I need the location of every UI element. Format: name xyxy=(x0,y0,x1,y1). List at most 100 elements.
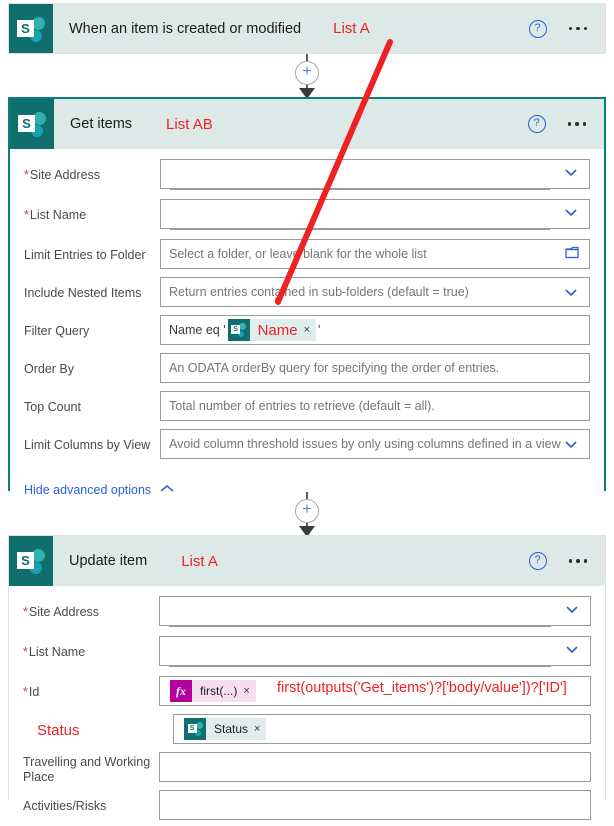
field-control-limit-entries-to-folder[interactable]: Select a folder, or leave blank for the … xyxy=(160,239,590,269)
field-label-top-count: Top Count xyxy=(24,400,81,414)
limit-entries-to-folder-input[interactable]: Select a folder, or leave blank for the … xyxy=(160,239,590,269)
field-row-update-list-name: *List Name xyxy=(23,636,591,674)
field-control-travelling-and-working-place[interactable] xyxy=(159,752,591,782)
trigger-header-actions: ? xyxy=(528,19,606,38)
ellipsis-icon[interactable] xyxy=(567,122,586,126)
filter-query-prefix: Name eq ' xyxy=(169,323,226,337)
close-icon[interactable]: × xyxy=(304,324,316,336)
update-item-card-header[interactable]: S Update item List A ? xyxy=(9,536,605,586)
field-control-update-site-address[interactable] xyxy=(159,596,591,634)
placeholder-text: Return entries contained in sub-folders … xyxy=(169,285,469,299)
field-label-limit-entries-to-folder: Limit Entries to Folder xyxy=(24,248,146,262)
help-icon[interactable]: ? xyxy=(528,552,547,570)
flow-card-get-items[interactable]: S Get items List AB ? *Site Address *Lis… xyxy=(8,97,606,511)
activities-risks-input[interactable] xyxy=(159,790,591,820)
token-label: Status xyxy=(214,722,249,736)
update-item-title: Update item xyxy=(69,553,148,569)
filter-query-suffix: ' xyxy=(318,323,321,337)
chevron-down-icon[interactable] xyxy=(564,285,578,299)
filter-query-input[interactable]: Name eq ' S Name × ' xyxy=(160,315,590,345)
field-control-site-address[interactable] xyxy=(160,159,590,197)
field-row-include-nested-items: Include Nested Items Return entries cont… xyxy=(24,277,590,313)
connector-stem xyxy=(306,54,308,61)
sharepoint-icon: S xyxy=(9,536,53,586)
field-label-filter-query: Filter Query xyxy=(24,324,90,338)
sharepoint-icon: S xyxy=(227,319,250,341)
add-step-button[interactable]: + xyxy=(295,499,319,523)
field-control-status[interactable]: S Status × xyxy=(173,714,591,744)
field-row-activities-risks: Activities/Risks xyxy=(23,790,591,826)
field-label-include-nested-items: Include Nested Items xyxy=(24,286,142,300)
update-item-body: *Site Address *List Name *Id fx first(..… xyxy=(9,586,605,826)
get-items-body: *Site Address *List Name Limit Entries t… xyxy=(10,149,604,511)
close-icon[interactable]: × xyxy=(243,685,255,697)
status-input[interactable]: S Status × xyxy=(173,714,591,744)
expression-token-first[interactable]: fx first(...) × xyxy=(170,680,256,702)
trigger-title: When an item is created or modified xyxy=(69,20,302,37)
chevron-down-icon[interactable] xyxy=(564,205,578,219)
field-row-travelling-and-working-place: Travelling and Working Place xyxy=(23,752,591,788)
dynamic-content-token-status[interactable]: S Status × xyxy=(184,718,267,740)
field-control-list-name[interactable] xyxy=(160,199,590,237)
flow-card-update-item[interactable]: S Update item List A ? *Site Address *Li… xyxy=(8,535,606,826)
chevron-down-icon[interactable] xyxy=(564,165,578,179)
chevron-down-icon[interactable] xyxy=(564,437,578,451)
field-control-activities-risks[interactable] xyxy=(159,790,591,820)
required-asterisk: * xyxy=(23,605,28,619)
connector-trigger-to-getitems: + xyxy=(0,54,614,99)
include-nested-items-dropdown[interactable]: Return entries contained in sub-folders … xyxy=(160,277,590,307)
trigger-annotation-list-a: List A xyxy=(333,20,370,37)
field-control-id[interactable]: fx first(...) × first(outputs('Get_items… xyxy=(159,676,591,706)
update-list-name-combobox[interactable] xyxy=(159,636,591,674)
field-row-top-count: Top Count Total number of entries to ret… xyxy=(24,391,590,427)
token-label: first(...) xyxy=(200,684,238,698)
travelling-and-working-place-input[interactable] xyxy=(159,752,591,782)
help-icon[interactable]: ? xyxy=(528,19,547,38)
ellipsis-icon[interactable] xyxy=(568,26,587,31)
fx-icon: fx xyxy=(170,680,192,702)
get-items-header-actions: ? xyxy=(527,115,605,133)
field-label-site-address: *Site Address xyxy=(24,168,101,182)
field-control-include-nested-items[interactable]: Return entries contained in sub-folders … xyxy=(160,277,590,307)
close-icon[interactable]: × xyxy=(254,723,266,735)
field-label-activities-risks: Activities/Risks xyxy=(23,799,107,813)
add-step-button[interactable]: + xyxy=(295,61,319,85)
field-row-list-name: *List Name xyxy=(24,199,590,237)
dynamic-content-token-name[interactable]: S Name × xyxy=(227,319,317,341)
update-site-address-combobox[interactable] xyxy=(159,596,591,634)
list-name-combobox[interactable] xyxy=(160,199,590,237)
field-row-status: Status S Status × xyxy=(23,714,591,750)
limit-columns-by-view-dropdown[interactable]: Avoid column threshold issues by only us… xyxy=(160,429,590,459)
folder-icon[interactable] xyxy=(565,246,580,259)
order-by-input[interactable]: An ODATA orderBy query for specifying th… xyxy=(160,353,590,383)
field-label-list-name: *List Name xyxy=(24,208,87,222)
id-expression-annotation: first(outputs('Get_items')?['body/value'… xyxy=(277,680,567,696)
sharepoint-icon: S xyxy=(184,718,206,740)
get-items-title: Get items xyxy=(70,116,133,132)
field-control-order-by[interactable]: An ODATA orderBy query for specifying th… xyxy=(160,353,590,383)
chevron-down-icon[interactable] xyxy=(565,642,579,656)
site-address-combobox[interactable] xyxy=(160,159,590,197)
ellipsis-icon[interactable] xyxy=(568,559,587,563)
flow-card-trigger[interactable]: S When an item is created or modified Li… xyxy=(8,3,606,54)
field-row-order-by: Order By An ODATA orderBy query for spec… xyxy=(24,353,590,389)
field-control-update-list-name[interactable] xyxy=(159,636,591,674)
get-items-annotation-list-ab: List AB xyxy=(166,115,213,133)
get-items-card-header[interactable]: S Get items List AB ? xyxy=(10,99,604,149)
field-label-order-by: Order By xyxy=(24,362,75,376)
field-row-id: *Id fx first(...) × first(outputs('Get_i… xyxy=(23,676,591,712)
field-control-top-count[interactable]: Total number of entries to retrieve (def… xyxy=(160,391,590,421)
sharepoint-icon: S xyxy=(9,4,53,53)
field-label-update-list-name: *List Name xyxy=(23,645,86,659)
field-control-filter-query[interactable]: Name eq ' S Name × ' xyxy=(160,315,590,345)
field-label-limit-columns-by-view: Limit Columns by View xyxy=(24,438,151,452)
field-row-site-address: *Site Address xyxy=(24,159,590,197)
chevron-down-icon[interactable] xyxy=(565,602,579,616)
top-count-input[interactable]: Total number of entries to retrieve (def… xyxy=(160,391,590,421)
trigger-card-header[interactable]: S When an item is created or modified Li… xyxy=(9,4,605,53)
help-icon[interactable]: ? xyxy=(527,115,546,133)
field-control-limit-columns-by-view[interactable]: Avoid column threshold issues by only us… xyxy=(160,429,590,459)
flow-designer-canvas: S When an item is created or modified Li… xyxy=(0,0,614,826)
required-asterisk: * xyxy=(23,645,28,659)
field-label-travelling-and-working-place: Travelling and Working Place xyxy=(23,755,151,784)
